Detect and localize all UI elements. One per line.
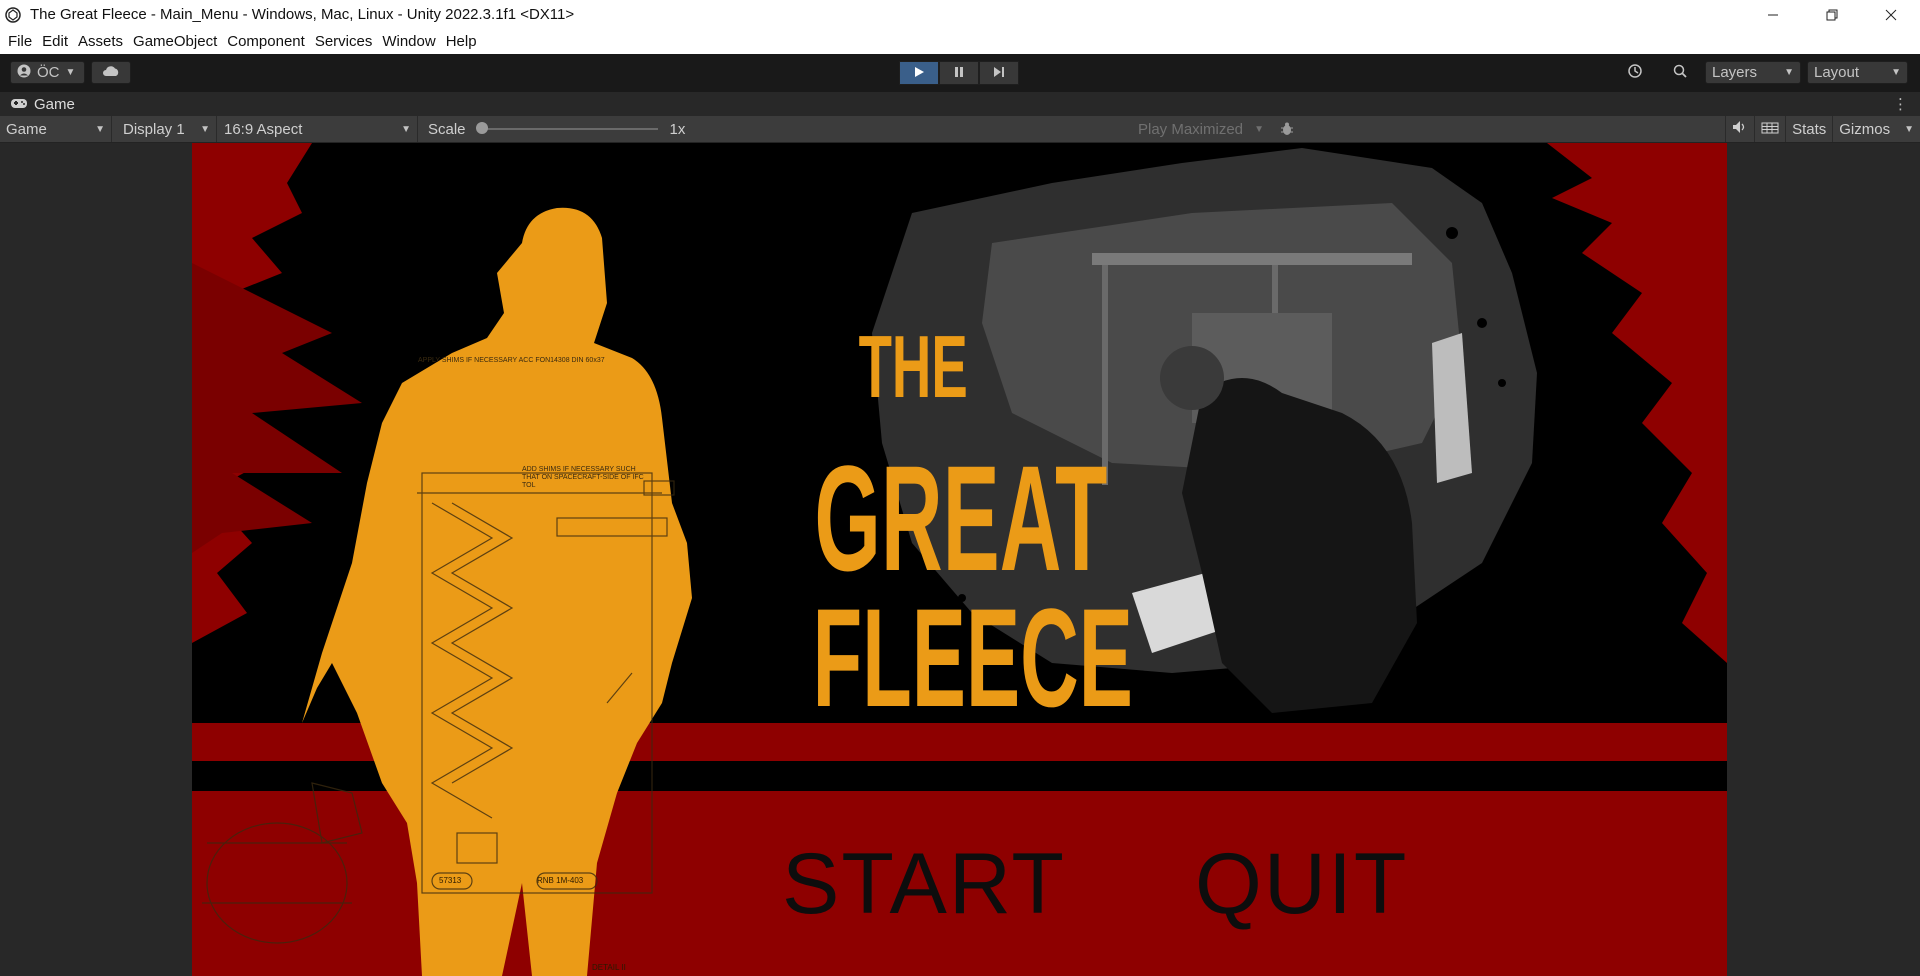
blueprint-annotation: ADD SHIMS IF NECESSARY SUCH THAT ON SPAC… (522, 466, 644, 489)
step-icon (993, 65, 1005, 82)
speaker-icon (1732, 120, 1748, 138)
layers-label: Layers (1712, 64, 1758, 81)
window-title: The Great Fleece - Main_Menu - Windows, … (30, 6, 575, 23)
layout-label: Layout (1814, 64, 1860, 81)
aspect-dropdown[interactable]: 16:9 Aspect ▼ (218, 116, 418, 142)
aspect-value: 16:9 Aspect (224, 120, 303, 138)
menu-help[interactable]: Help (442, 33, 481, 50)
menu-component[interactable]: Component (223, 33, 309, 50)
menu-bar: File Edit Assets GameObject Component Se… (0, 29, 1920, 54)
panel-tab-strip: Game ⋮ (0, 91, 1920, 116)
cloud-button[interactable] (91, 61, 131, 84)
game-screen: APPLY SHIMS IF NECESSARY ACC FON14308 DI… (192, 143, 1727, 976)
more-options-icon[interactable]: ⋮ (1893, 95, 1908, 113)
stats-button[interactable]: Stats (1785, 116, 1832, 142)
blueprint-tag: RNB 1M-403 (537, 876, 584, 885)
restore-icon[interactable] (1802, 0, 1861, 29)
account-button[interactable]: ÖC ▼ (10, 61, 85, 84)
scale-control: Scale 1x (420, 116, 700, 142)
game-view-toolbar: Game ▼ Display 1 ▼ 16:9 Aspect ▼ Scale 1… (0, 116, 1920, 143)
game-viewport: APPLY SHIMS IF NECESSARY ACC FON14308 DI… (0, 143, 1920, 976)
unity-logo-icon (4, 6, 22, 24)
minimize-icon[interactable] (1743, 0, 1802, 29)
layers-dropdown[interactable]: Layers ▼ (1705, 61, 1801, 84)
chevron-down-icon: ▼ (200, 123, 210, 135)
game-logo-line-the: THE (858, 317, 968, 416)
game-logo-line-great: GREAT (814, 434, 1108, 602)
tab-game-label: Game (34, 95, 75, 113)
chevron-down-icon: ▼ (1254, 123, 1264, 135)
gizmos-button[interactable]: Gizmos ▼ (1832, 116, 1920, 142)
scale-slider-thumb[interactable] (475, 122, 488, 134)
tab-game[interactable]: Game (0, 92, 85, 116)
history-icon (1627, 63, 1643, 83)
blueprint-tag: 57313 (439, 876, 462, 885)
close-icon[interactable] (1861, 0, 1920, 29)
menu-assets[interactable]: Assets (74, 33, 127, 50)
view-type-dropdown[interactable]: Game ▼ (0, 116, 112, 142)
chevron-down-icon: ▼ (1891, 67, 1901, 78)
display-dropdown[interactable]: Display 1 ▼ (117, 116, 217, 142)
chevron-down-icon: ▼ (1784, 67, 1794, 78)
account-icon (17, 64, 31, 82)
pause-button[interactable] (939, 61, 979, 85)
chevron-down-icon: ▼ (401, 123, 411, 135)
step-button[interactable] (979, 61, 1019, 85)
gamepad-icon (10, 96, 28, 113)
menu-edit[interactable]: Edit (38, 33, 72, 50)
chevron-down-icon: ▼ (65, 67, 76, 78)
view-type-value: Game (6, 120, 47, 138)
menu-services[interactable]: Services (311, 33, 377, 50)
pause-icon (953, 65, 965, 82)
account-label: ÖC (37, 64, 60, 81)
menu-file[interactable]: File (4, 33, 36, 50)
keyboard-shortcuts-button[interactable] (1754, 116, 1785, 142)
window-title-bar: The Great Fleece - Main_Menu - Windows, … (0, 0, 1920, 29)
play-icon (913, 65, 925, 82)
menu-gameobject[interactable]: GameObject (129, 33, 221, 50)
play-maximized-dropdown[interactable]: Play Maximized ▼ (1132, 116, 1270, 142)
play-button[interactable] (899, 61, 939, 85)
search-icon (1672, 63, 1688, 83)
blueprint-detail-label: DETAIL II (592, 963, 626, 972)
chevron-down-icon: ▼ (1904, 123, 1914, 135)
search-button[interactable] (1662, 61, 1698, 84)
mute-audio-button[interactable] (1725, 116, 1754, 142)
scale-slider[interactable] (475, 122, 658, 134)
quit-button[interactable]: QUIT (1195, 835, 1408, 934)
chevron-down-icon: ▼ (95, 123, 105, 135)
scale-value: 1x (669, 120, 686, 138)
undo-history-button[interactable] (1617, 61, 1653, 84)
cloud-icon (102, 64, 120, 81)
keyboard-icon (1761, 121, 1779, 138)
start-button[interactable]: START (782, 835, 1066, 934)
gizmos-label: Gizmos (1839, 120, 1891, 138)
layout-dropdown[interactable]: Layout ▼ (1807, 61, 1908, 84)
blueprint-annotation: APPLY SHIMS IF NECESSARY ACC FON14308 DI… (418, 357, 605, 364)
play-maximized-label: Play Maximized (1138, 120, 1244, 138)
play-controls (899, 61, 1019, 85)
display-value: Display 1 (123, 120, 185, 138)
game-logo-line-fleece: FLEECE (812, 579, 1133, 736)
scale-label: Scale (428, 120, 466, 138)
menu-window[interactable]: Window (378, 33, 439, 50)
bug-icon[interactable] (1276, 119, 1298, 139)
main-toolbar: ÖC ▼ Layers ▼ Layout ▼ (0, 54, 1920, 91)
